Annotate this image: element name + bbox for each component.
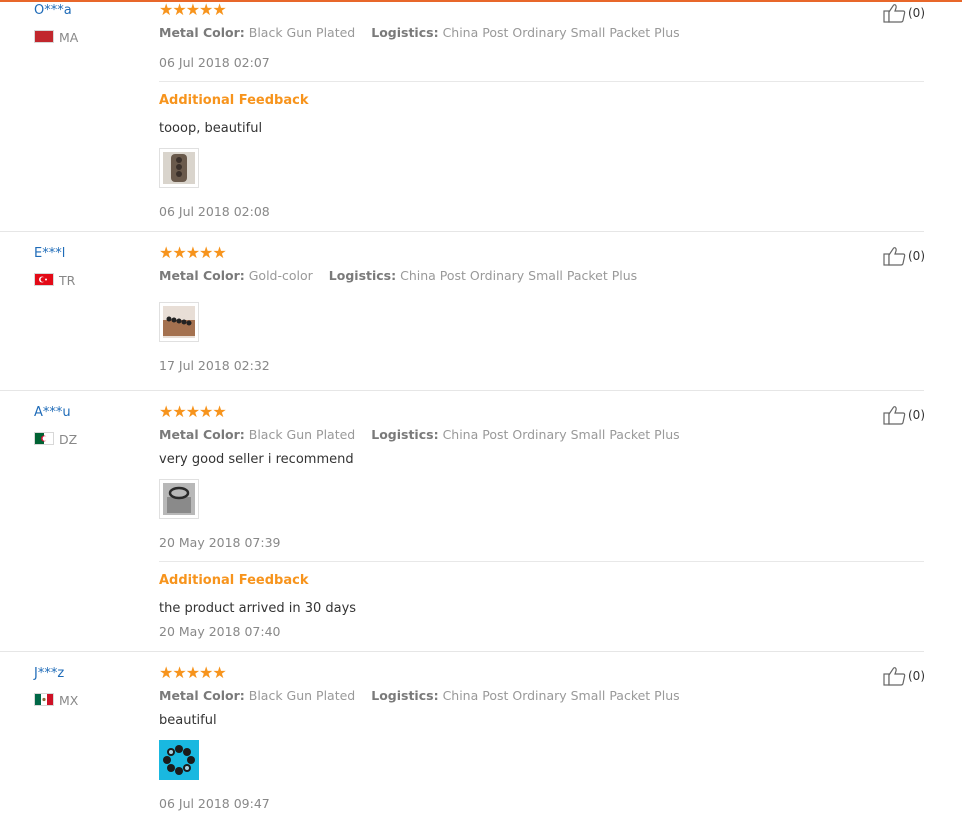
bracelet-photo-icon: [159, 740, 199, 780]
reviewer-name[interactable]: A***u: [34, 405, 71, 420]
logistics-value: China Post Ordinary Small Packet Plus: [442, 25, 680, 40]
review-photo-thumbnail[interactable]: [159, 479, 199, 519]
logistics-value: China Post Ordinary Small Packet Plus: [442, 427, 680, 442]
morocco-flag-icon: [34, 30, 54, 43]
order-info: Metal Color: Black Gun Plated Logistics:…: [159, 25, 680, 40]
like-button[interactable]: (0): [883, 3, 925, 23]
additional-feedback-heading: Additional Feedback: [159, 93, 309, 108]
logistics-label: Logistics:: [371, 427, 439, 442]
metal-color-value: Black Gun Plated: [248, 25, 356, 40]
star-rating: ★★★★★: [159, 0, 227, 19]
thumbs-up-icon: [883, 667, 906, 686]
review-date: 17 Jul 2018 02:32: [159, 358, 270, 373]
divider: [159, 561, 924, 562]
review-date: 20 May 2018 07:39: [159, 535, 281, 550]
thumbs-up-icon: [883, 406, 906, 425]
review-photo-thumbnail[interactable]: [159, 302, 199, 342]
review-date: 06 Jul 2018 02:07: [159, 55, 270, 70]
reviewer-country: TR: [59, 273, 76, 288]
divider: [159, 81, 924, 82]
review-photo-thumbnail[interactable]: [159, 740, 199, 780]
like-count: (0): [908, 6, 925, 20]
logistics-label: Logistics:: [371, 688, 439, 703]
logistics-label: Logistics:: [328, 268, 397, 283]
star-rating: ★★★★★: [159, 663, 227, 682]
metal-color-value: Black Gun Plated: [248, 427, 356, 442]
thumbs-up-icon: [883, 4, 906, 23]
turkey-flag-icon: [34, 273, 54, 286]
review-date: 06 Jul 2018 09:47: [159, 796, 270, 811]
metal-color-label: Metal Color:: [159, 25, 245, 40]
additional-feedback-heading: Additional Feedback: [159, 573, 309, 588]
bracelet-photo-icon: [163, 306, 195, 338]
logistics-value: China Post Ordinary Small Packet Plus: [442, 688, 680, 703]
star-rating: ★★★★★: [159, 402, 227, 421]
review-text: beautiful: [159, 713, 217, 728]
reviewer-country: DZ: [59, 432, 78, 447]
reviewer-country: MA: [59, 30, 79, 45]
reviewer-name[interactable]: O***a: [34, 3, 72, 18]
top-accent-rule: [0, 0, 962, 2]
like-button[interactable]: (0): [883, 666, 925, 686]
algeria-flag-icon: [34, 432, 54, 445]
bracelet-photo-icon: [163, 152, 195, 184]
like-count: (0): [908, 249, 925, 263]
order-info: Metal Color: Black Gun Plated Logistics:…: [159, 688, 680, 703]
star-rating: ★★★★★: [159, 243, 227, 262]
review-separator: [0, 231, 924, 232]
metal-color-label: Metal Color:: [159, 268, 245, 283]
additional-feedback-text: tooop, beautiful: [159, 121, 263, 136]
logistics-label: Logistics:: [371, 25, 439, 40]
reviewer-name[interactable]: E***l: [34, 246, 65, 261]
review-photo-thumbnail[interactable]: [159, 148, 199, 188]
mexico-flag-icon: [34, 693, 54, 706]
metal-color-value: Black Gun Plated: [248, 688, 356, 703]
review-separator: [0, 651, 924, 652]
metal-color-value: Gold-color: [248, 268, 313, 283]
bracelet-photo-icon: [163, 483, 195, 515]
thumbs-up-icon: [883, 247, 906, 266]
reviewer-name[interactable]: J***z: [34, 666, 64, 681]
metal-color-label: Metal Color:: [159, 427, 245, 442]
order-info: Metal Color: Gold-color Logistics: China…: [159, 268, 637, 283]
additional-feedback-text: the product arrived in 30 days: [159, 601, 357, 616]
like-count: (0): [908, 408, 925, 422]
review-text: very good seller i recommend: [159, 452, 354, 467]
like-button[interactable]: (0): [883, 405, 925, 425]
additional-feedback-date: 06 Jul 2018 02:08: [159, 204, 270, 219]
like-button[interactable]: (0): [883, 246, 925, 266]
like-count: (0): [908, 669, 925, 683]
additional-feedback-date: 20 May 2018 07:40: [159, 624, 281, 639]
review-separator: [0, 390, 924, 391]
metal-color-label: Metal Color:: [159, 688, 245, 703]
logistics-value: China Post Ordinary Small Packet Plus: [400, 268, 638, 283]
reviewer-country: MX: [59, 693, 79, 708]
order-info: Metal Color: Black Gun Plated Logistics:…: [159, 427, 680, 442]
